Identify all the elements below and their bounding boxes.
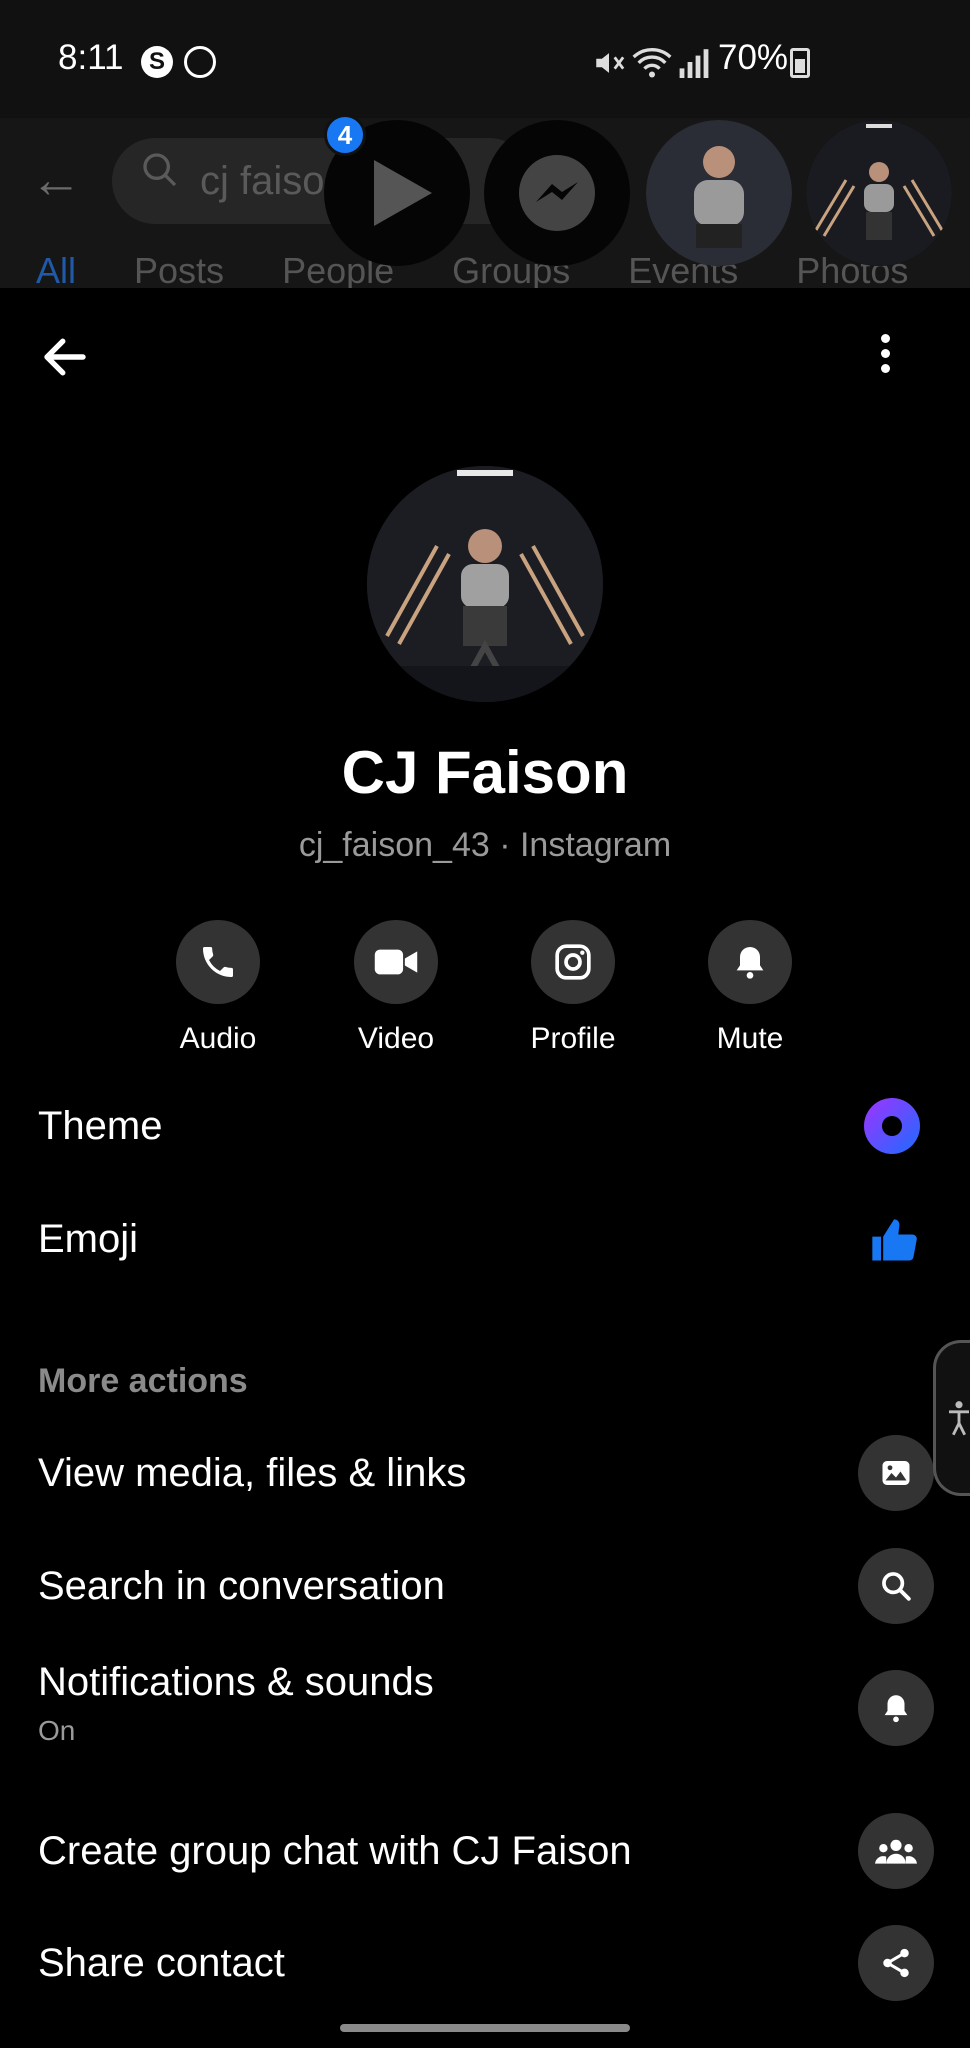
image-icon: [858, 1435, 934, 1511]
search-conversation-row[interactable]: Search in conversation: [38, 1541, 934, 1631]
bell-icon: [736, 947, 764, 979]
more-vertical-icon[interactable]: [870, 328, 900, 388]
emoji-label: Emoji: [38, 1217, 139, 1261]
more-actions-title: More actions: [38, 1362, 248, 1400]
share-contact-label: Share contact: [38, 1941, 285, 1985]
background-tab: Posts: [134, 250, 225, 291]
thumbs-up-icon: [872, 1219, 917, 1261]
s-icon: S: [141, 46, 173, 78]
search-conversation-label: Search in conversation: [38, 1564, 445, 1608]
video-call-button[interactable]: Video: [306, 920, 486, 1056]
video-camera-icon: [374, 949, 418, 975]
notification-badge: 4: [324, 114, 366, 156]
chat-head-messenger[interactable]: [484, 120, 630, 266]
group-icon: [858, 1813, 934, 1889]
theme-color-swatch: [864, 1098, 920, 1154]
status-time: 8:11: [58, 38, 124, 77]
profile-button[interactable]: Profile: [483, 920, 663, 1056]
edge-panel-handle[interactable]: [933, 1340, 970, 1496]
audio-call-button[interactable]: Audio: [128, 920, 308, 1056]
share-icon: [858, 1925, 934, 2001]
mute-label: Mute: [716, 1022, 784, 1055]
contact-name: CJ Faison: [341, 739, 629, 806]
status-bar: 8:11 S 70%: [0, 0, 970, 118]
wifi-icon: [632, 48, 672, 78]
mute-icon: [596, 53, 625, 73]
contact-subtitle: cj_faison_43 · Instagram: [298, 826, 672, 864]
share-contact-row[interactable]: Share contact: [38, 1918, 934, 2008]
avatar: [367, 466, 603, 702]
battery-icon: [790, 48, 810, 78]
notifications-status: On: [38, 1715, 76, 1746]
view-media-label: View media, files & links: [38, 1451, 467, 1495]
background-search-text: cj faiso: [200, 159, 325, 203]
back-arrow-icon[interactable]: [38, 330, 92, 384]
background-tabs: All Posts People Groups Events Photos: [36, 250, 908, 292]
battery-percent: 70%: [718, 38, 789, 77]
theme-row[interactable]: Theme: [38, 1088, 934, 1164]
person-photo: [646, 120, 792, 266]
messenger-icon: [519, 155, 595, 231]
person-photo: [806, 120, 952, 266]
search-icon: [858, 1548, 934, 1624]
accessibility-icon: [949, 1401, 969, 1436]
avatar-photo: [367, 466, 603, 702]
profile-label: Profile: [530, 1022, 616, 1055]
background-back-icon: ←: [30, 151, 82, 209]
signal-icon: [679, 49, 709, 78]
theme-label: Theme: [38, 1104, 163, 1148]
background-search-icon: [143, 153, 177, 187]
notifications-label: Notifications & sounds: [38, 1660, 434, 1704]
messenger-icon: [184, 46, 216, 78]
chat-details-sheet: CJ Faison cj_faison_43 · Instagram Audio…: [0, 288, 970, 2048]
create-group-row[interactable]: Create group chat with CJ Faison: [38, 1806, 934, 1896]
notifications-row[interactable]: Notifications & sounds On: [38, 1652, 934, 1764]
create-group-label: Create group chat with CJ Faison: [38, 1829, 632, 1873]
phone-icon: [203, 947, 233, 977]
mute-button[interactable]: Mute: [660, 920, 840, 1056]
instagram-icon: [555, 944, 591, 980]
chat-head-cj[interactable]: [806, 120, 952, 266]
chat-head-person[interactable]: [646, 120, 792, 266]
video-label: Video: [357, 1022, 435, 1055]
background-tab: All: [36, 250, 77, 291]
bell-icon: [858, 1670, 934, 1746]
audio-label: Audio: [179, 1022, 257, 1055]
view-media-row[interactable]: View media, files & links: [38, 1428, 934, 1518]
emoji-row[interactable]: Emoji: [38, 1201, 934, 1277]
home-indicator[interactable]: [340, 2024, 630, 2032]
